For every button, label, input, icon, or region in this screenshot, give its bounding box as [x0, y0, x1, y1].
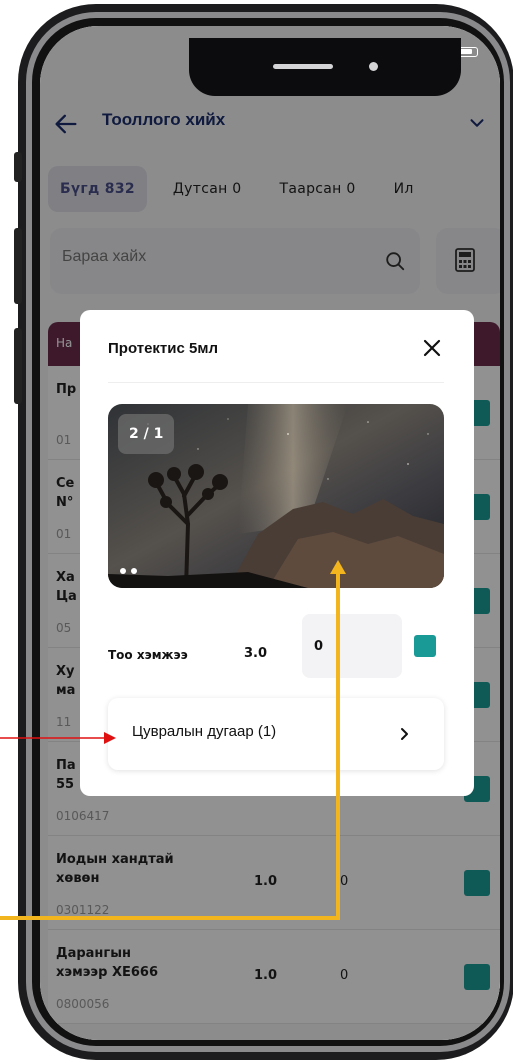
- yellow-arrow-annotation: [0, 572, 340, 920]
- yellow-arrow-head: [330, 560, 346, 574]
- annotation-layer: [0, 560, 346, 920]
- red-arrow-annotation: [0, 732, 116, 744]
